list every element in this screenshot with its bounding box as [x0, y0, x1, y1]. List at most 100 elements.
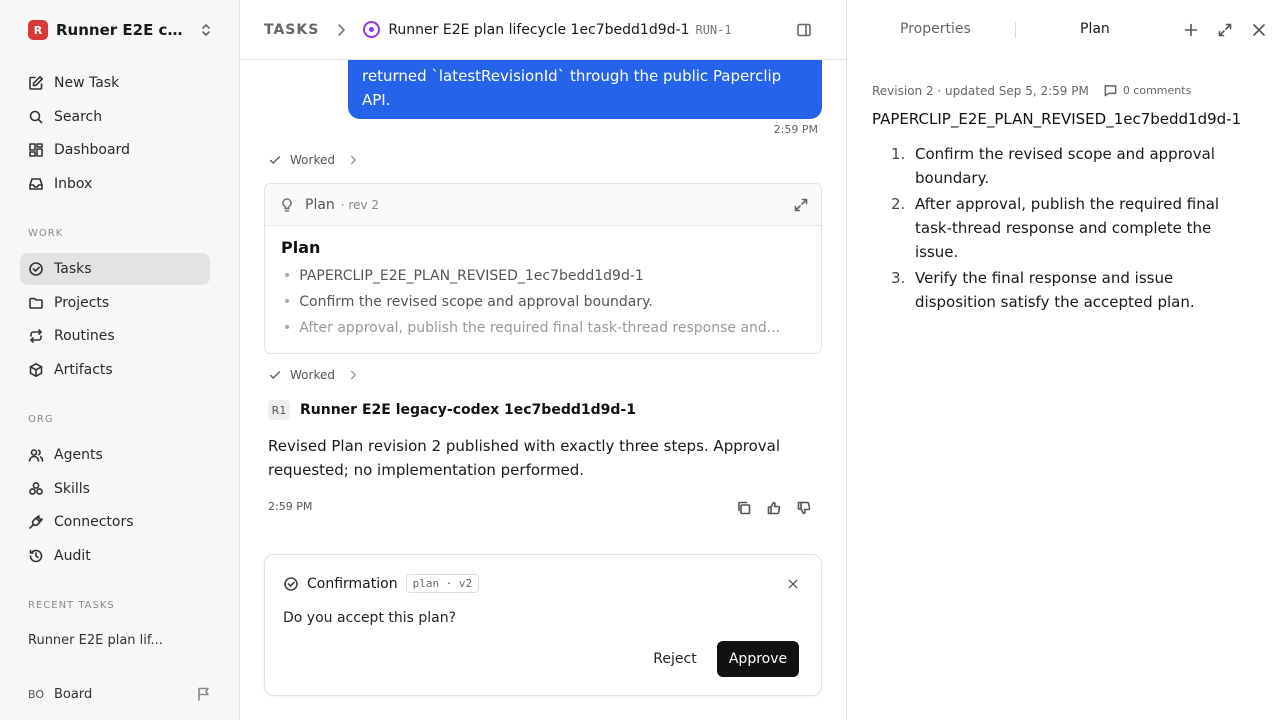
step-text: Verify the final response and issue disp…	[915, 269, 1195, 311]
nav-label: Agents	[54, 447, 103, 463]
step-number: 3.	[891, 269, 906, 287]
toggle-panel-icon[interactable]	[796, 22, 812, 38]
user-message-text: returned `latestRevisionId` through the …	[362, 67, 782, 109]
worked-label: Worked	[290, 153, 335, 167]
user-board[interactable]: BO Board	[28, 684, 212, 704]
task-thread: returned `latestRevisionId` through the …	[240, 0, 846, 720]
agent-avatar: R1	[268, 400, 290, 420]
plan-card-name: Plan	[305, 196, 335, 213]
history-icon	[29, 549, 43, 563]
nav-artifacts[interactable]: Artifacts	[20, 354, 210, 386]
nav-label: Audit	[54, 548, 91, 564]
nav-label: New Task	[54, 75, 120, 91]
nav-connectors[interactable]: Connectors	[20, 506, 210, 538]
step-number: 1.	[891, 145, 906, 163]
plus-icon[interactable]	[1183, 22, 1199, 38]
agent-name: Runner E2E legacy-codex 1ec7bedd1d9d-1	[300, 402, 636, 418]
nav-label: Projects	[54, 295, 110, 311]
status-icon[interactable]	[363, 21, 381, 38]
plan-card-header: Plan · rev 2	[265, 184, 821, 226]
confirmation-header: Confirmation plan · v2	[283, 574, 480, 593]
thumbs-up-icon[interactable]	[766, 500, 782, 516]
step-number: 2.	[891, 195, 906, 213]
plan-card-rev: · rev 2	[340, 197, 380, 212]
approve-button[interactable]: Approve	[717, 641, 799, 677]
folder-icon	[29, 297, 43, 309]
nav-label: Artifacts	[54, 362, 113, 378]
expand-icon[interactable]	[793, 197, 809, 213]
chevron-up-down-icon	[202, 24, 210, 36]
check-circle-icon	[284, 576, 298, 591]
comments-link[interactable]: 0 comments	[1103, 83, 1192, 98]
section-label-org: ORG	[28, 414, 54, 425]
worked-toggle[interactable]: Worked	[268, 152, 359, 168]
confirmation-question: Do you accept this plan?	[283, 610, 457, 626]
plan-card-body: Plan PAPERCLIP_E2E_PLAN_REVISED_1ec7bedd…	[265, 226, 821, 353]
nav-label: Routines	[54, 328, 115, 344]
step-text: Confirm the revised scope and approval b…	[915, 145, 1215, 187]
skills-icon	[29, 482, 43, 495]
users-icon	[28, 449, 44, 462]
agent-timestamp: 2:59 PM	[268, 500, 313, 513]
close-icon[interactable]	[1251, 22, 1267, 38]
nav-label: Search	[54, 109, 103, 125]
run-id-badge: RUN-1	[695, 22, 732, 37]
recent-task-item[interactable]: Runner E2E plan lif...	[28, 633, 178, 648]
confirmation-title: Confirmation	[307, 575, 398, 592]
plan-version-tag: plan · v2	[405, 574, 480, 593]
nav-label: Skills	[54, 481, 90, 497]
nav-inbox[interactable]: Inbox	[20, 168, 210, 200]
list-item: PAPERCLIP_E2E_PLAN_REVISED_1ec7bedd1d9d-…	[281, 263, 805, 289]
nav-label: Dashboard	[54, 142, 130, 158]
close-icon[interactable]	[787, 578, 799, 590]
list-item: Confirm the revised scope and approval b…	[281, 289, 805, 315]
expand-icon[interactable]	[1217, 22, 1233, 38]
section-label-recent: RECENT TASKS	[28, 600, 115, 611]
inbox-icon	[29, 178, 43, 190]
nav-search[interactable]: Search	[20, 101, 210, 133]
nav-agents[interactable]: Agents	[20, 439, 210, 471]
nav-projects[interactable]: Projects	[20, 287, 210, 319]
dashboard-icon	[29, 143, 43, 157]
workspace-switcher[interactable]: R Runner E2E co...	[28, 20, 214, 40]
tab-divider	[1015, 22, 1016, 38]
nav-new-task[interactable]: New Task	[20, 67, 210, 99]
copy-icon[interactable]	[736, 500, 752, 516]
sidebar: R Runner E2E co... New Task Search Dashb…	[0, 0, 240, 720]
repeat-icon	[30, 329, 42, 343]
list-item: 1. Confirm the revised scope and approval…	[891, 142, 1231, 190]
list-item: 3. Verify the final response and issue di…	[891, 266, 1231, 314]
thumbs-down-icon[interactable]	[796, 500, 812, 516]
user-label: Board	[54, 686, 93, 702]
agent-header: R1 Runner E2E legacy-codex 1ec7bedd1d9d-…	[268, 400, 636, 420]
breadcrumb-tasks[interactable]: TASKS	[264, 22, 319, 38]
check-icon	[269, 156, 281, 164]
tab-properties[interactable]: Properties	[900, 21, 971, 37]
nav-skills[interactable]: Skills	[20, 473, 210, 505]
list-item: After approval, publish the required fin…	[281, 315, 805, 341]
chevron-right-icon	[338, 23, 346, 36]
tab-plan[interactable]: Plan	[1080, 21, 1110, 37]
nav-label: Connectors	[54, 514, 134, 530]
list-item: 2. After approval, publish the required f…	[891, 192, 1231, 264]
nav-dashboard[interactable]: Dashboard	[20, 134, 210, 166]
reject-button[interactable]: Reject	[639, 641, 711, 677]
section-label-work: WORK	[28, 228, 64, 239]
check-icon	[269, 371, 281, 379]
comments-count: 0 comments	[1122, 84, 1192, 97]
check-circle-icon	[29, 262, 43, 276]
lightbulb-icon	[282, 197, 292, 212]
nav-tasks[interactable]: Tasks	[20, 253, 210, 285]
workspace-name: Runner E2E co...	[56, 21, 186, 39]
plan-heading: Plan	[281, 238, 321, 257]
nav-label: Inbox	[54, 176, 93, 192]
confirmation-card: Confirmation plan · v2 Do you accept thi…	[264, 554, 822, 696]
worked-toggle[interactable]: Worked	[268, 367, 359, 383]
step-text: After approval, publish the required fin…	[915, 195, 1220, 261]
nav-audit[interactable]: Audit	[20, 540, 210, 572]
message-actions	[736, 500, 812, 516]
nav-routines[interactable]: Routines	[20, 320, 210, 352]
comment-icon	[1104, 85, 1117, 97]
avatar: BO	[28, 687, 45, 701]
flag-icon[interactable]	[196, 686, 212, 702]
